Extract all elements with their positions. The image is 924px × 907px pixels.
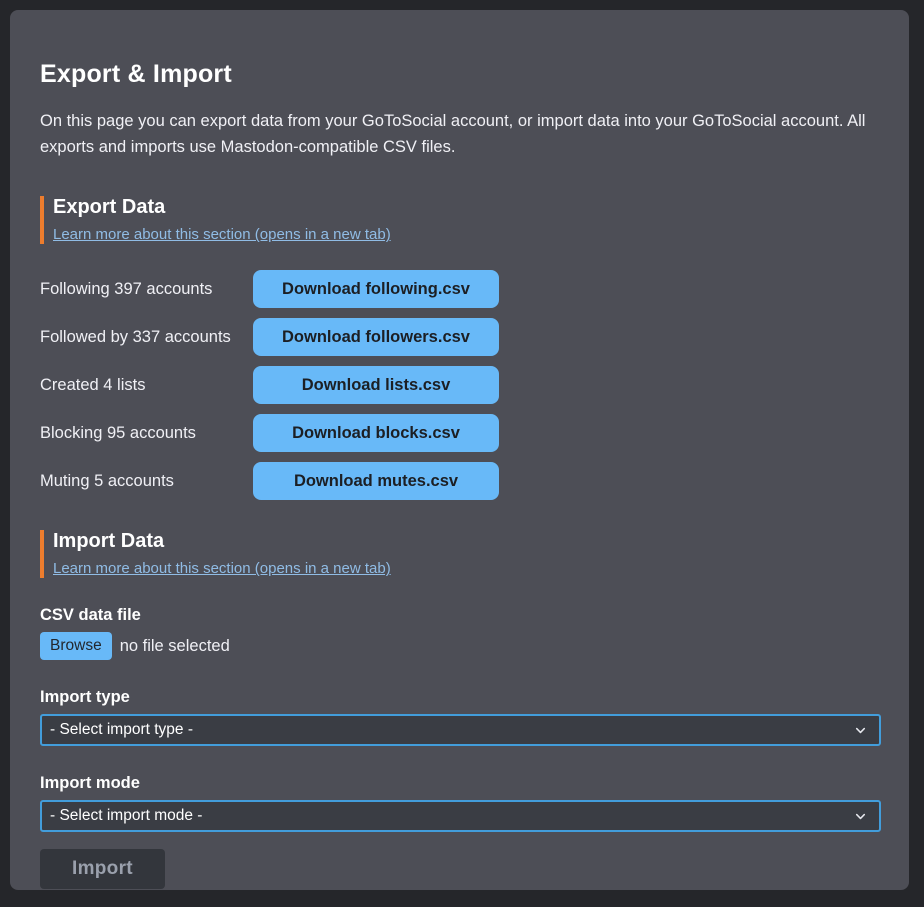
- download-following-button[interactable]: Download following.csv: [253, 270, 499, 308]
- import-mode-label: Import mode: [40, 774, 881, 793]
- import-mode-selected-value: - Select import mode -: [50, 807, 202, 825]
- chevron-down-icon: [854, 810, 867, 823]
- export-row: Muting 5 accounts Download mutes.csv: [40, 462, 881, 500]
- export-row-label: Following 397 accounts: [40, 280, 253, 299]
- page-title: Export & Import: [40, 60, 881, 89]
- export-row-label: Blocking 95 accounts: [40, 424, 253, 443]
- export-rows: Following 397 accounts Download followin…: [40, 270, 881, 500]
- csv-file-input: Browse no file selected: [40, 632, 881, 660]
- page-description: On this page you can export data from yo…: [40, 109, 881, 160]
- export-section-title: Export Data: [53, 196, 881, 219]
- import-type-select[interactable]: - Select import type -: [40, 714, 881, 746]
- import-section-header: Import Data Learn more about this sectio…: [40, 530, 881, 578]
- chevron-down-icon: [854, 724, 867, 737]
- export-section-header: Export Data Learn more about this sectio…: [40, 196, 881, 244]
- export-row-label: Muting 5 accounts: [40, 472, 253, 491]
- download-followers-button[interactable]: Download followers.csv: [253, 318, 499, 356]
- download-lists-button[interactable]: Download lists.csv: [253, 366, 499, 404]
- export-row: Created 4 lists Download lists.csv: [40, 366, 881, 404]
- import-mode-select[interactable]: - Select import mode -: [40, 800, 881, 832]
- download-blocks-button[interactable]: Download blocks.csv: [253, 414, 499, 452]
- export-row: Following 397 accounts Download followin…: [40, 270, 881, 308]
- export-learn-more-link[interactable]: Learn more about this section (opens in …: [53, 226, 391, 243]
- import-section-title: Import Data: [53, 530, 881, 553]
- csv-file-label: CSV data file: [40, 606, 881, 625]
- download-mutes-button[interactable]: Download mutes.csv: [253, 462, 499, 500]
- import-type-selected-value: - Select import type -: [50, 721, 193, 739]
- export-row: Blocking 95 accounts Download blocks.csv: [40, 414, 881, 452]
- browse-button[interactable]: Browse: [40, 632, 112, 660]
- export-row-label: Created 4 lists: [40, 376, 253, 395]
- export-import-panel: Export & Import On this page you can exp…: [10, 10, 909, 890]
- export-row-label: Followed by 337 accounts: [40, 328, 253, 347]
- import-type-label: Import type: [40, 688, 881, 707]
- file-status-text: no file selected: [120, 637, 230, 656]
- import-learn-more-link[interactable]: Learn more about this section (opens in …: [53, 560, 391, 577]
- export-row: Followed by 337 accounts Download follow…: [40, 318, 881, 356]
- import-submit-button[interactable]: Import: [40, 849, 165, 889]
